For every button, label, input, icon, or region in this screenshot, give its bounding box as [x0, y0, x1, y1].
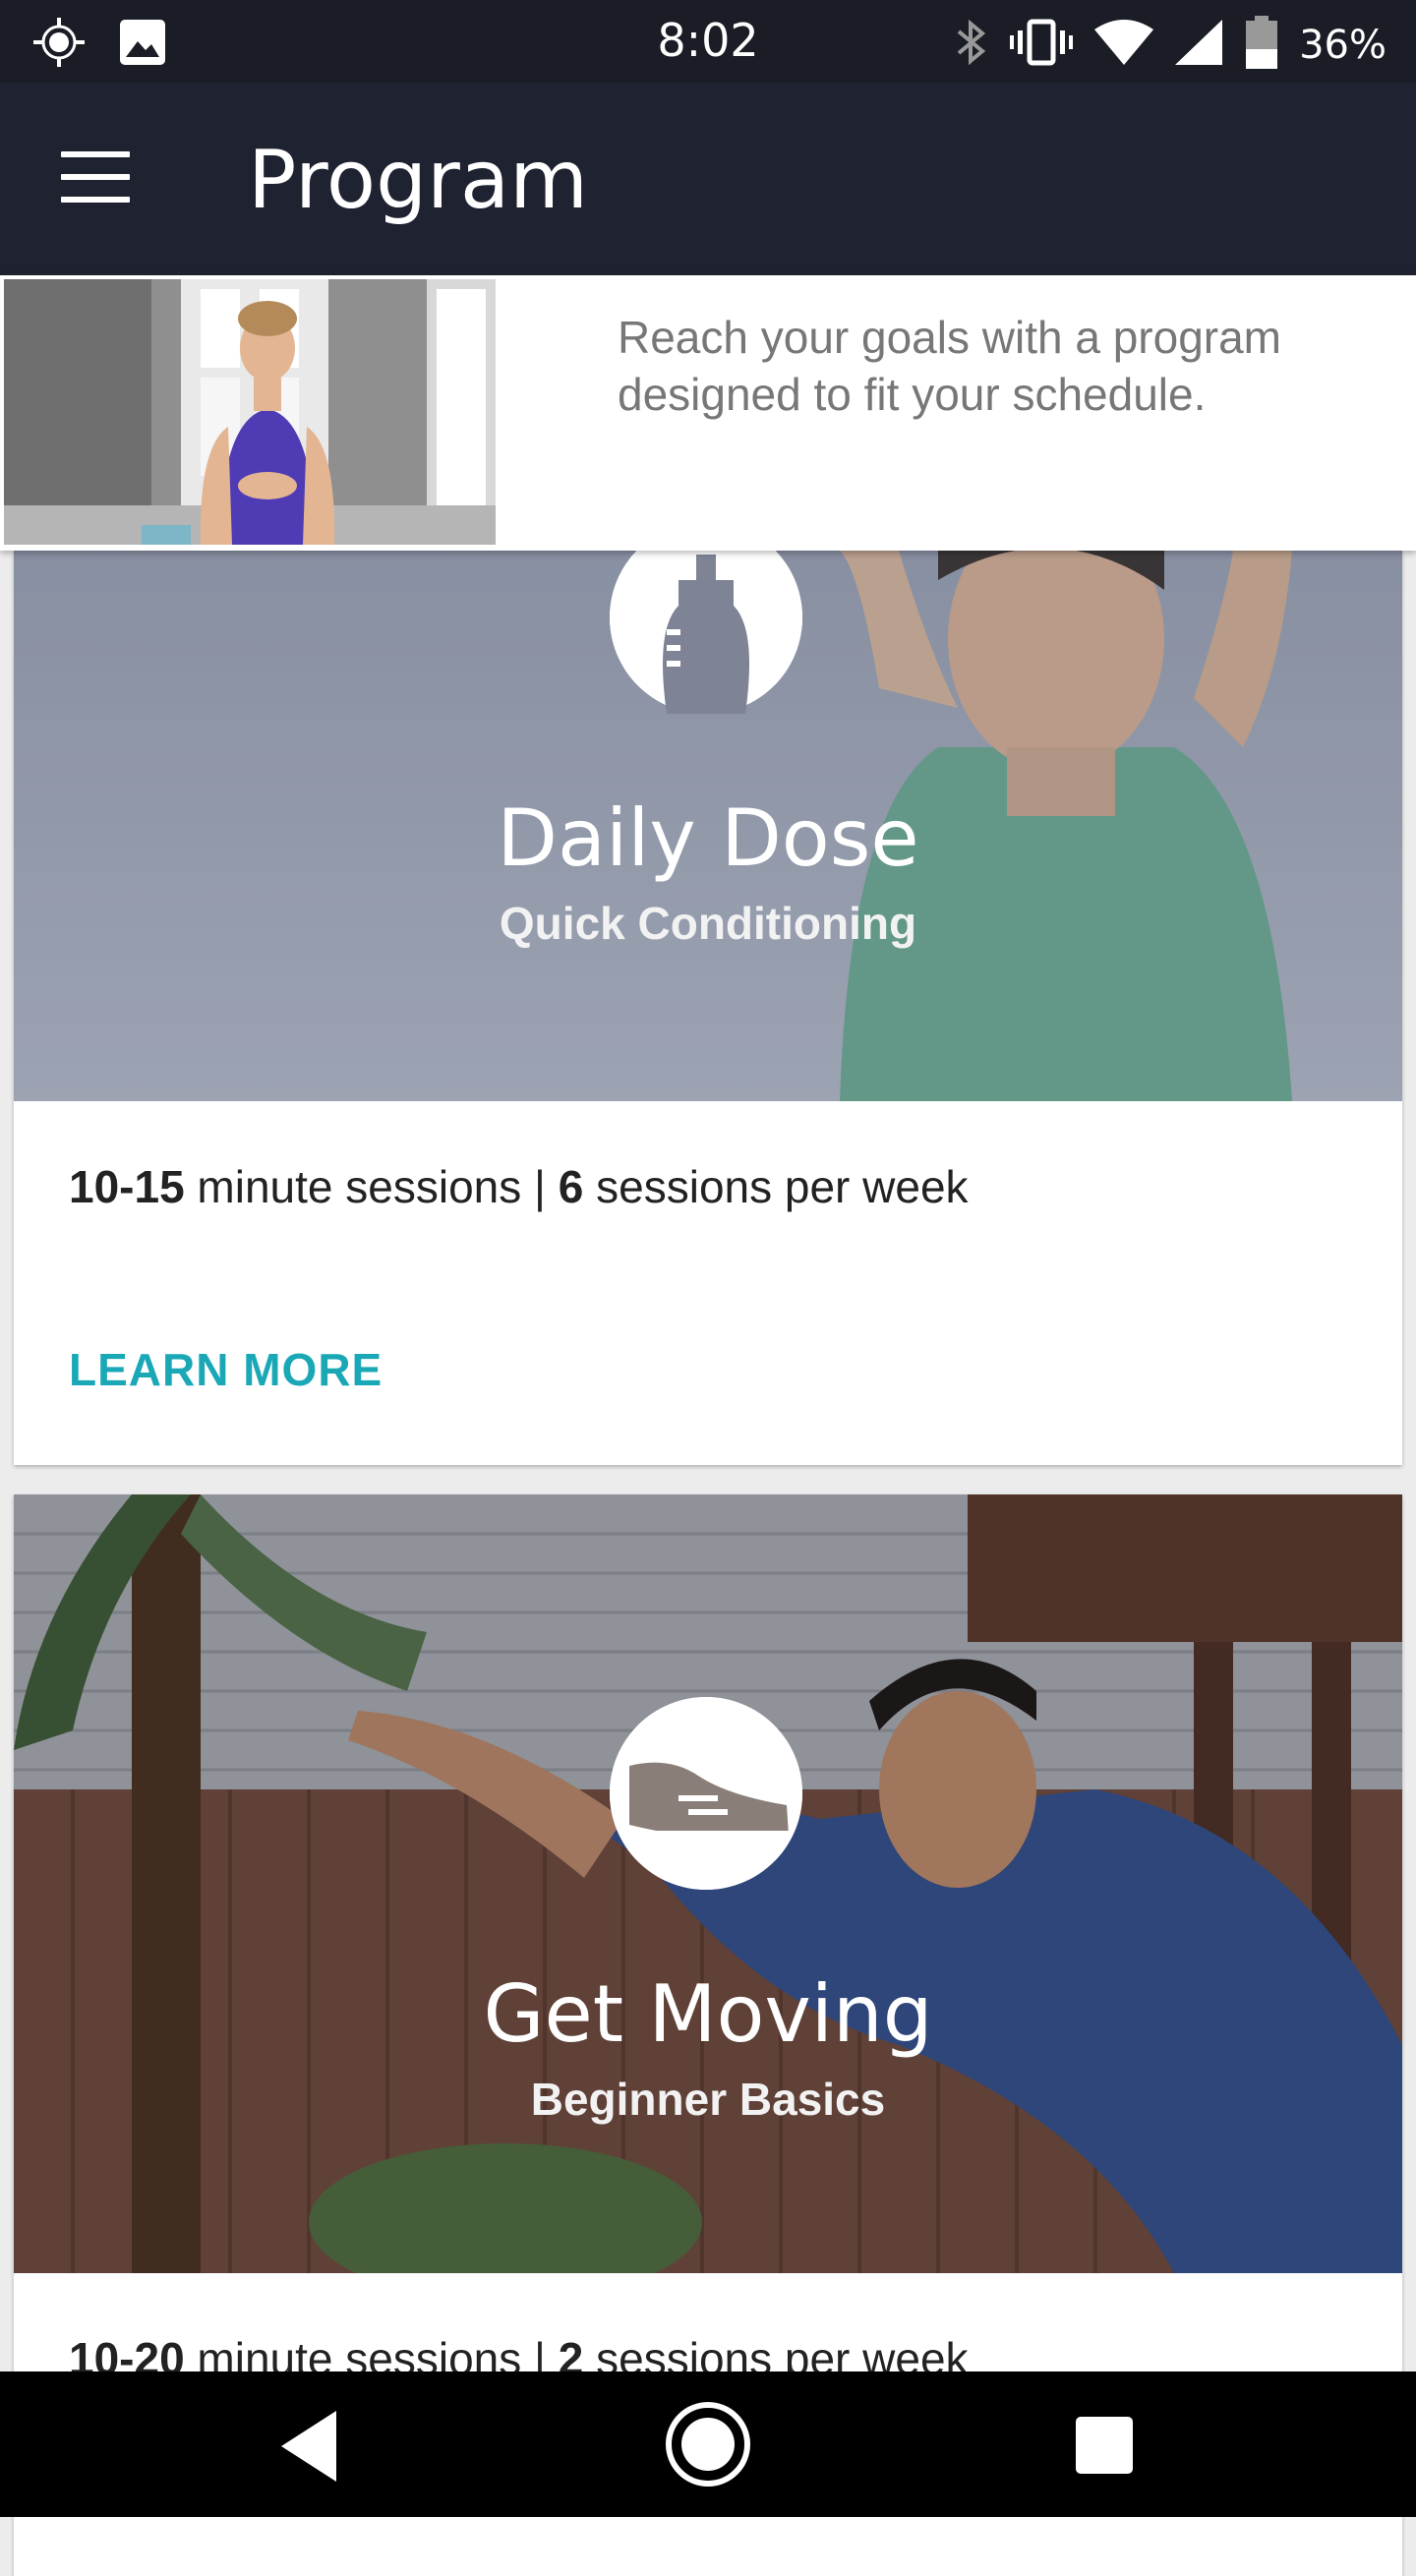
program-subtitle: Beginner Basics: [530, 2074, 886, 2125]
recents-icon[interactable]: [1058, 2405, 1152, 2488]
program-title: Daily Dose: [497, 792, 919, 884]
learn-more-button[interactable]: LEARN MORE: [69, 1343, 383, 1396]
duration-label: minute sessions |: [184, 1161, 559, 1212]
back-icon[interactable]: [262, 2405, 356, 2488]
page-title: Program: [248, 134, 588, 227]
program-hero-image: Daily Dose Quick Conditioning: [14, 551, 1402, 1101]
hamburger-menu-icon[interactable]: [61, 151, 130, 206]
program-sessions: 6: [558, 1161, 584, 1212]
program-schedule: 10-15 minute sessions | 6 sessions per w…: [69, 1160, 969, 1213]
sneaker-icon: [610, 1697, 802, 1890]
status-bar: 8:02 36%: [0, 0, 1416, 83]
program-subtitle: Quick Conditioning: [499, 898, 917, 949]
intro-text: Reach your goals with a program designed…: [618, 312, 1281, 420]
program-card-daily-dose[interactable]: Daily Dose Quick Conditioning 10-15 minu…: [14, 551, 1402, 1465]
home-icon[interactable]: [661, 2397, 755, 2491]
program-duration: 10-15: [69, 1161, 185, 1212]
intro-video-thumbnail[interactable]: [4, 279, 496, 545]
program-hero-image: Get Moving Beginner Basics: [14, 1494, 1402, 2273]
battery-percent: 36%: [1299, 22, 1386, 68]
wifi-icon: [1094, 18, 1154, 72]
sessions-label: sessions per week: [583, 1161, 969, 1212]
vibrate-icon: [1010, 18, 1074, 72]
program-title: Get Moving: [483, 1968, 933, 2060]
signal-icon: [1175, 18, 1224, 72]
system-nav-bar: [0, 2371, 1416, 2517]
bluetooth-icon: [955, 18, 988, 72]
battery-icon: [1246, 16, 1278, 74]
app-bar: Program: [0, 83, 1416, 275]
intro-banner: Reach your goals with a program designed…: [0, 275, 1416, 551]
kettlebell-icon: [610, 551, 802, 714]
